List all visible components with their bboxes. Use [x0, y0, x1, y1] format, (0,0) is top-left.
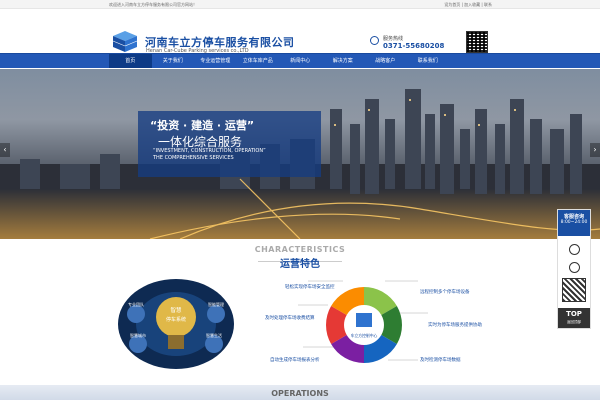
banner-next-button[interactable]: ›	[590, 143, 600, 157]
slogan-main: “投资 · 建造 · 运营”	[150, 119, 255, 132]
center-label: 车立方控制中心	[351, 333, 378, 338]
section-title-en: CHARACTERISTICS	[254, 245, 346, 254]
service-hours: 8:00~24:00	[560, 220, 588, 225]
feature-item: 实时为停车场服务提供协助	[428, 323, 482, 328]
nav-item-about[interactable]: 关于我们	[152, 54, 195, 68]
service-header[interactable]: 客服咨询 8:00~24:00	[558, 210, 590, 236]
bulb-label-4: 智慧城市	[130, 332, 146, 338]
section-title-cn: 运营特色	[280, 259, 320, 270]
hotline-number: 0371-55680208	[383, 42, 445, 50]
bulb-label-2: 智能管理	[208, 301, 224, 307]
top-links[interactable]: 设为首页 | 加入收藏 | 联系	[444, 2, 492, 8]
operations-title-en: OPERATIONS	[271, 389, 329, 398]
chat-icon[interactable]	[569, 262, 580, 273]
header: 河南车立方停车服务有限公司 Henan Car-Cube Parking ser…	[0, 9, 600, 54]
qr-code-icon	[562, 278, 586, 302]
characteristics-section: CHARACTERISTICS 运营特色 智慧 停车系统 智能管理 专业团队 智…	[0, 239, 600, 385]
customer-service-float: 客服咨询 8:00~24:00 TOP 返回顶部	[557, 209, 591, 329]
qr-code-icon	[466, 31, 488, 53]
slogan-en-2: THE COMPREHENSIVE SERVICES	[153, 155, 234, 161]
hero-banner[interactable]: “投资 · 建造 · 运营” 一体化综合服务 “INVESTMENT, CONS…	[0, 69, 600, 239]
top-label: TOP	[566, 310, 582, 318]
bulb-label-5: 智慧生活	[206, 332, 222, 338]
cube-logo-icon[interactable]	[110, 29, 140, 53]
nav-item-home[interactable]: 首页	[109, 54, 152, 68]
service-title: 客服咨询	[563, 214, 584, 220]
feature-item: 轻松实现停车场安全监控	[285, 285, 335, 290]
feature-item: 及时处理停车场收费结算	[265, 316, 315, 321]
nav-item-products[interactable]: 立体车库产品	[237, 54, 280, 68]
top-sub-label: 返回顶部	[567, 320, 581, 324]
bulb-label-0: 智慧	[170, 306, 182, 314]
nav-item-contact[interactable]: 联系我们	[407, 54, 450, 68]
hotline-label: 服务热线	[383, 36, 404, 42]
main-nav: 首页 关于我们 专业运营管理 立体车库产品 新闻中心 解决方案 战略客户 联系我…	[0, 53, 600, 68]
nav-item-operations[interactable]: 专业运营管理	[194, 54, 237, 68]
bulb-label-1: 停车系统	[166, 316, 186, 323]
feature-item: 自动生成停车场报表分析	[270, 358, 320, 363]
banner-prev-button[interactable]: ‹	[0, 143, 10, 157]
welcome-text: 欢迎进入河南车立方停车服务有限公司官方网站！	[109, 2, 197, 7]
nav-item-news[interactable]: 新闻中心	[279, 54, 322, 68]
phone-icon	[370, 36, 379, 45]
nav-item-solutions[interactable]: 解决方案	[322, 54, 365, 68]
bulb-label-3: 专业团队	[128, 301, 144, 307]
nav-item-clients[interactable]: 战略客户	[364, 54, 407, 68]
back-to-top-button[interactable]: TOP 返回顶部	[558, 308, 590, 328]
top-bar: 欢迎进入河南车立方停车服务有限公司官方网站！ 设为首页 | 加入收藏 | 联系	[0, 0, 600, 9]
feature-item: 远程控制多个停车场设备	[420, 290, 470, 295]
phone-icon[interactable]	[569, 244, 580, 255]
smart-bulb-illustration: 智慧 停车系统 智能管理 专业团队 智慧城市 智慧生活	[118, 279, 234, 369]
slogan-en-1: “INVESTMENT, CONSTRUCTION, OPERATION”	[153, 148, 266, 154]
feature-item: 及时检测停车场数据	[420, 358, 461, 363]
